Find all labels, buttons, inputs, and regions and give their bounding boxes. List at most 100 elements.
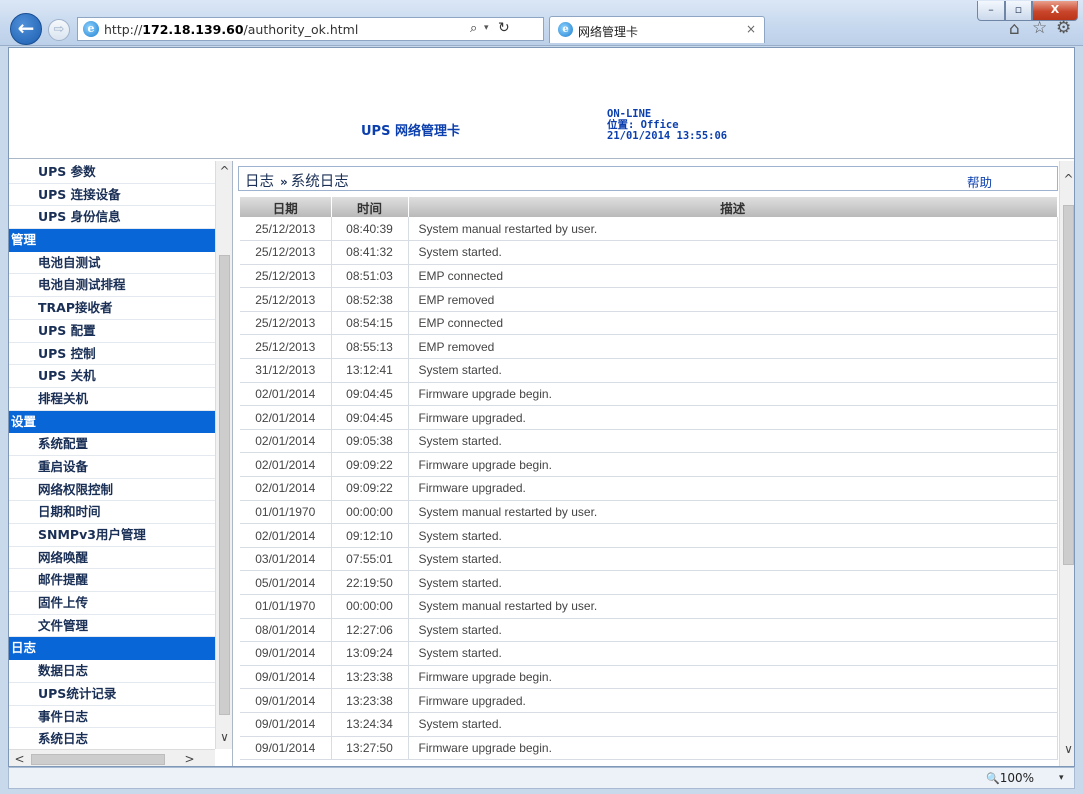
maximize-button[interactable]: ▫ [1005,1,1032,21]
sidebar-item[interactable]: 网络权限控制 [9,479,215,502]
sidebar-item[interactable]: SNMPv3用户管理 [9,524,215,547]
sidebar-item[interactable]: UPS 配置 [9,320,215,343]
log-date-cell: 25/12/2013 [240,264,332,289]
log-date-cell: 02/01/2014 [240,405,332,430]
sidebar-horizontal-scrollbar[interactable]: < > [9,749,215,766]
scroll-down-icon[interactable]: ∨ [1060,741,1074,757]
log-date-cell: 25/12/2013 [240,334,332,360]
url-text[interactable]: http://172.18.139.60/authority_ok.html [104,22,358,37]
log-time-cell: 08:52:38 [331,287,409,312]
log-description-cell: System started. [408,358,1058,383]
sidebar-item[interactable]: UPS 连接设备 [9,184,215,207]
home-icon[interactable]: ⌂ [1009,19,1020,39]
log-date-cell: 08/01/2014 [240,618,332,643]
sidebar-item[interactable]: 固件上传 [9,592,215,615]
log-date-cell: 02/01/2014 [240,523,332,548]
scroll-thumb[interactable] [1063,205,1074,565]
log-date-cell: 02/01/2014 [240,382,332,407]
sidebar-item[interactable]: UPS 参数 [9,161,215,184]
table-header-row: 日期 时间 描述 [240,197,1058,217]
table-row: 02/01/2014 09:12:10 System started. [240,523,1058,548]
table-row: 05/01/2014 22:19:50 System started. [240,570,1058,595]
log-time-cell: 09:09:22 [331,476,409,501]
log-time-cell: 00:00:00 [331,500,409,525]
table-row: 02/01/2014 09:09:22 Firmware upgrade begin… [240,452,1058,478]
breadcrumb-page: 系统日志 [290,174,349,190]
breadcrumb-section[interactable]: 日志 [245,174,274,190]
sidebar-item[interactable]: 事件日志 [9,706,215,729]
scroll-thumb[interactable] [31,754,165,765]
log-description-cell: System started. [408,523,1058,548]
forward-icon[interactable]: ⇨ [48,19,70,41]
column-header-date[interactable]: 日期 [240,197,332,217]
address-bar[interactable]: e http://172.18.139.60/authority_ok.html… [77,17,544,41]
log-time-cell: 00:00:00 [331,594,409,619]
minimize-button[interactable]: – [977,1,1005,21]
close-icon[interactable]: × [746,22,756,36]
log-time-cell: 13:12:41 [331,358,409,383]
sidebar-vertical-scrollbar[interactable]: ^ ∨ [215,161,232,749]
sidebar-item[interactable]: UPS 关机 [9,365,215,388]
log-time-cell: 08:40:39 [331,217,409,242]
scroll-down-icon[interactable]: ∨ [216,729,233,745]
log-description-cell: Firmware upgrade begin. [408,382,1058,407]
sidebar-item[interactable]: 数据日志 [9,660,215,683]
scroll-right-icon[interactable]: > [181,751,198,766]
zoom-level[interactable]: 🔍100% [986,771,1034,785]
system-log-table: 日期 时间 描述 25/12/2013 08:40:39 System manual… [240,197,1058,761]
log-description-cell: Firmware upgraded. [408,476,1058,501]
log-description-cell: System started. [408,570,1058,595]
scroll-left-icon[interactable]: < [11,751,28,766]
log-description-cell: EMP removed [408,287,1058,312]
column-header-time[interactable]: 时间 [331,197,409,217]
sidebar-item[interactable]: 排程关机 [9,388,215,411]
star-icon[interactable]: ☆ [1032,18,1047,38]
refresh-icon[interactable]: ↻ [498,20,510,36]
log-date-cell: 09/01/2014 [240,688,332,713]
gear-icon[interactable]: ⚙ [1056,18,1071,38]
sidebar-item[interactable]: 文件管理 [9,615,215,638]
table-row: 09/01/2014 13:23:38 Firmware upgrade begin… [240,665,1058,690]
sidebar-item[interactable]: 电池自测试排程 [9,274,215,298]
table-row: 25/12/2013 08:51:03 EMP connected [240,264,1058,289]
log-date-cell: 03/01/2014 [240,547,332,572]
tab-title: 网络管理卡 [578,25,639,39]
chevron-down-icon[interactable]: ▾ [1059,773,1064,783]
back-icon[interactable]: ← [10,13,42,45]
sidebar-menu: UPS 参数 UPS 连接设备 UPS 身份信息 管理 电池自测试 电池自测试排程 TRAP… [9,161,215,751]
sidebar-item[interactable]: TRAP接收者 [9,297,215,320]
log-description-cell: System started. [408,240,1058,265]
sidebar-item[interactable]: 网络唤醒 [9,547,215,570]
log-date-cell: 25/12/2013 [240,240,332,265]
sidebar-item[interactable]: UPS统计记录 [9,683,215,706]
table-row: 02/01/2014 09:04:45 Firmware upgraded. [240,405,1058,430]
sidebar-item[interactable]: 日期和时间 [9,501,215,524]
column-header-description[interactable]: 描述 [408,197,1058,217]
log-time-cell: 13:27:50 [331,736,409,761]
scroll-thumb[interactable] [219,255,230,715]
log-description-cell: Firmware upgraded. [408,405,1058,430]
sidebar-item[interactable]: UPS 控制 [9,343,215,366]
main-content: 日志» 系统日志 帮助 日期 时间 描述 25/12/2013 08:40:39 Sy… [236,161,1059,766]
sidebar-item[interactable]: 电池自测试 [9,252,215,275]
scroll-up-icon[interactable]: ^ [1060,171,1074,187]
browser-titlebar: – ▫ X ← ⇨ e http://172.18.139.60/authori… [0,0,1083,46]
sidebar-item[interactable]: UPS 身份信息 [9,206,215,230]
log-description-cell: System started. [408,429,1058,454]
main-vertical-scrollbar[interactable]: ^ ∨ [1059,161,1074,766]
log-date-cell: 09/01/2014 [240,712,332,737]
table-row: 25/12/2013 08:40:39 System manual restarte… [240,217,1058,242]
log-time-cell: 22:19:50 [331,570,409,595]
search-icon[interactable]: ⌕ [470,21,477,36]
browser-tab[interactable]: e 网络管理卡 × [549,16,765,43]
sidebar-item[interactable]: 邮件提醒 [9,569,215,593]
sidebar-item[interactable]: 系统配置 [9,433,215,456]
sidebar-item[interactable]: 重启设备 [9,456,215,479]
scroll-up-icon[interactable]: ^ [216,163,233,179]
help-link[interactable]: 帮助 [967,172,992,191]
chevron-down-icon[interactable]: ▾ [484,23,489,33]
log-description-cell: Firmware upgrade begin. [408,665,1058,690]
log-time-cell: 08:54:15 [331,311,409,336]
log-description-cell: System manual restarted by user. [408,217,1058,242]
sidebar-item[interactable]: 系统日志 [9,728,215,751]
